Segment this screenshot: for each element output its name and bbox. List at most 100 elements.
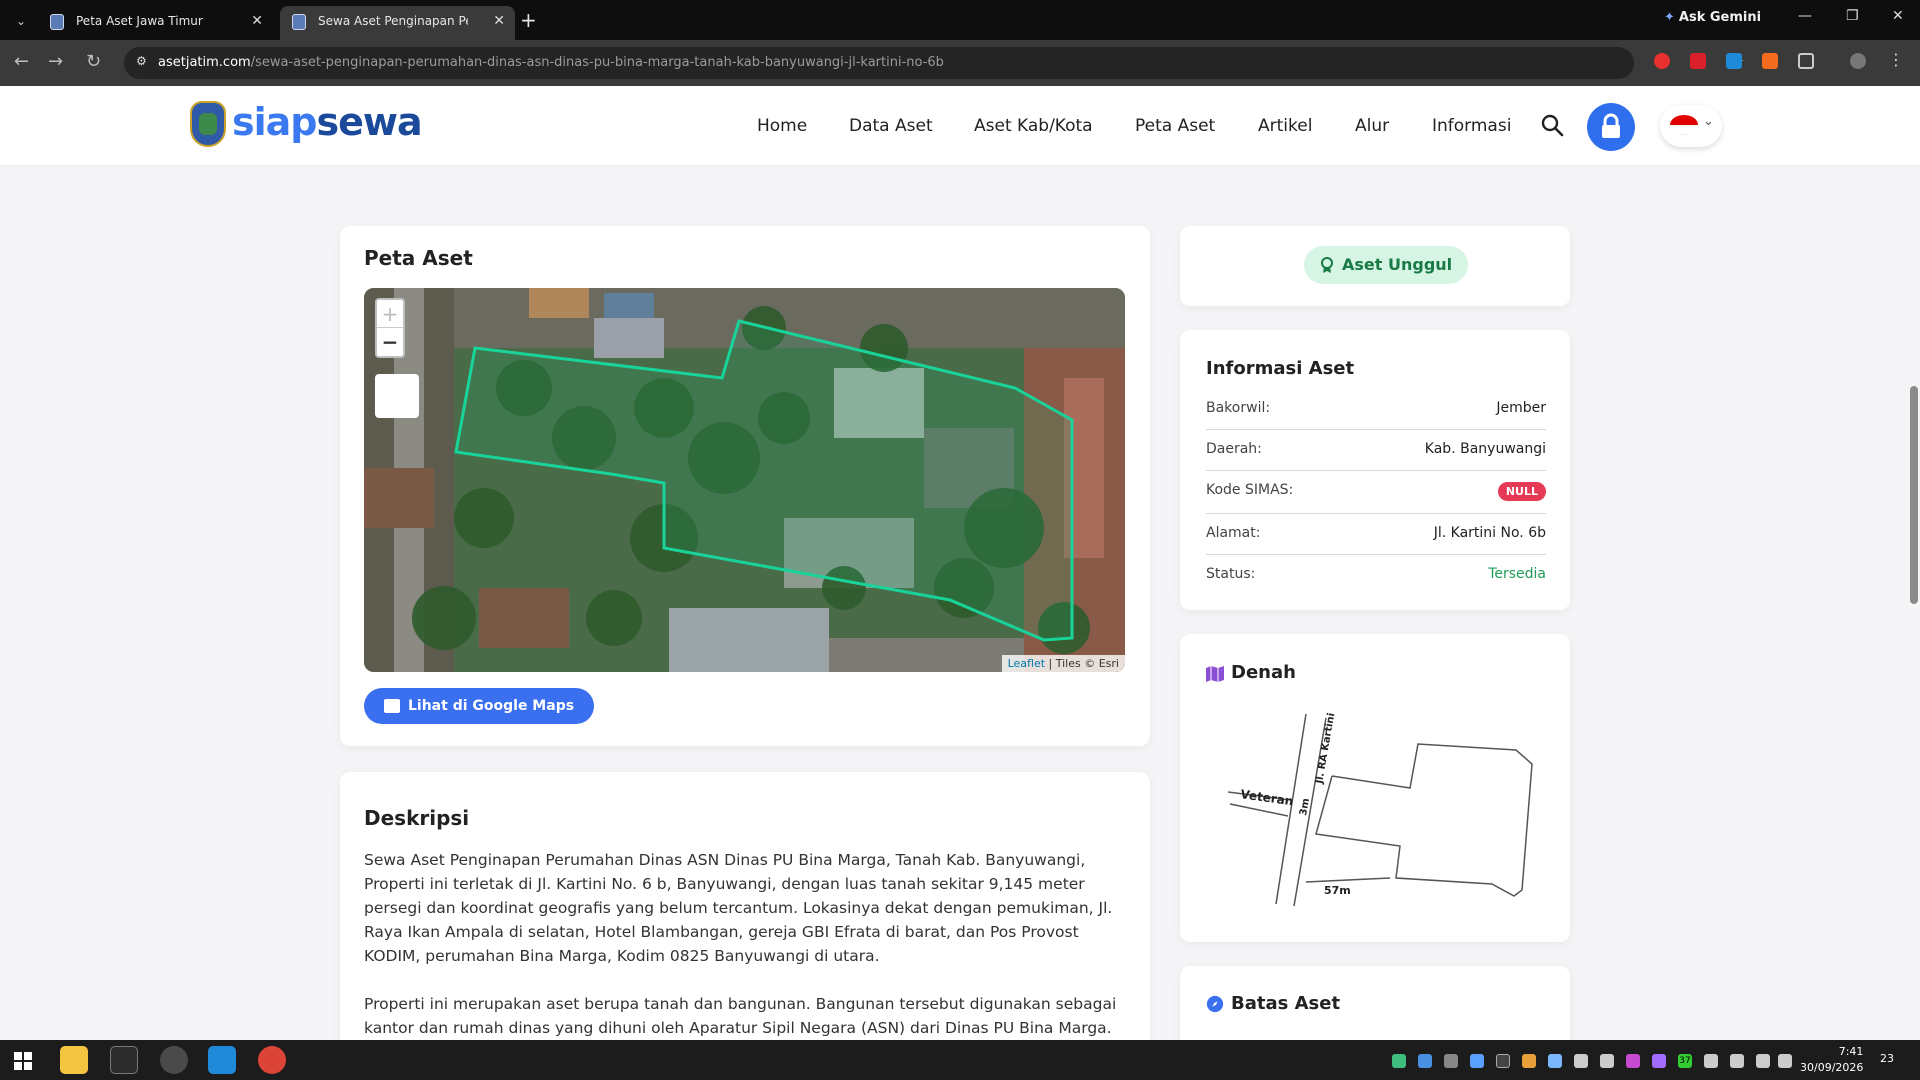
- google-maps-button[interactable]: Lihat di Google Maps: [364, 688, 595, 724]
- volume-icon[interactable]: [1756, 1054, 1770, 1068]
- tray-temp-badge[interactable]: 37: [1678, 1054, 1692, 1068]
- tray-app-icon[interactable]: [1496, 1054, 1510, 1068]
- map-pin-icon: [384, 699, 400, 713]
- site-header: siapsewa Home Data Aset Aset Kab/Kota Pe…: [0, 86, 1920, 166]
- vscode-icon[interactable]: [208, 1046, 236, 1074]
- tab-peta-aset[interactable]: Peta Aset Jawa Timur ✕: [38, 6, 273, 40]
- search-icon[interactable]: [1540, 113, 1564, 137]
- window-close-button[interactable]: ✕: [1892, 8, 1904, 24]
- info-row-alamat: Alamat: Jl. Kartini No. 6b: [1206, 515, 1546, 555]
- nav-peta-aset[interactable]: Peta Aset: [1135, 116, 1215, 136]
- chrome-profile-icon[interactable]: [258, 1046, 286, 1074]
- denah-title: Denah: [1231, 662, 1296, 683]
- windows-start-icon[interactable]: [14, 1052, 32, 1070]
- lock-icon: [1602, 113, 1620, 138]
- map-attribution: Leaflet | Tiles © Esri: [1001, 655, 1125, 672]
- leaflet-link[interactable]: Leaflet: [1008, 657, 1045, 670]
- kartini-street-label: Jl. RA Kartini: [1314, 712, 1337, 785]
- page-scrollbar[interactable]: [1910, 386, 1918, 604]
- tab-sewa-aset[interactable]: Sewa Aset Penginapan Perumah ✕: [280, 6, 515, 40]
- site-favicon-icon: [50, 14, 64, 30]
- tray-app-icon[interactable]: [1444, 1054, 1458, 1068]
- satellite-imagery: [364, 288, 1125, 672]
- notification-count-badge[interactable]: 23: [1880, 1052, 1894, 1065]
- info-row-kode-simas: Kode SIMAS: NULL: [1206, 472, 1546, 514]
- info-row-bakorwil: Bakorwil: Jember: [1206, 390, 1546, 430]
- site-plan-sketch: Veteran Jl. RA Kartini 3m 57m: [1227, 712, 1533, 907]
- reload-icon[interactable]: ↻: [86, 51, 101, 72]
- extension-icon[interactable]: [1654, 53, 1670, 69]
- map-layer-control[interactable]: [375, 374, 419, 418]
- browser-menu-icon[interactable]: ⋮: [1888, 50, 1904, 69]
- nav-informasi[interactable]: Informasi: [1432, 116, 1511, 136]
- tray-app-icon[interactable]: [1600, 1054, 1614, 1068]
- tray-app-icon[interactable]: [1392, 1054, 1406, 1068]
- nav-home[interactable]: Home: [757, 116, 807, 136]
- chevron-down-icon: ⌄: [1703, 114, 1714, 129]
- tray-app-icon[interactable]: [1522, 1054, 1536, 1068]
- description-title: Deskripsi: [364, 806, 470, 830]
- url-domain: asetjatim.com: [158, 55, 251, 70]
- zoom-in-button[interactable]: +: [377, 300, 403, 328]
- tab-title: Sewa Aset Penginapan Perumah: [318, 14, 468, 28]
- extension-icon[interactable]: [1690, 53, 1706, 69]
- clock-date: 30/09/2026: [1800, 1061, 1864, 1074]
- url-bar[interactable]: ⚙ asetjatim.com/sewa-aset-penginapan-per…: [124, 47, 1744, 79]
- site-info-icon[interactable]: ⚙: [136, 54, 154, 72]
- profile-avatar[interactable]: [1850, 53, 1866, 69]
- satellite-map[interactable]: + − Leaflet | Tiles © Esri: [364, 288, 1125, 672]
- site-favicon-icon: [292, 14, 306, 30]
- windows-taskbar: 37 7:41 30/09/2026 23: [0, 1040, 1920, 1080]
- tray-app-icon[interactable]: [1652, 1054, 1666, 1068]
- map-zoom-control: + −: [375, 298, 405, 358]
- system-clock[interactable]: 7:41 30/09/2026: [1800, 1044, 1863, 1076]
- tray-app-icon[interactable]: [1548, 1054, 1562, 1068]
- null-badge: NULL: [1497, 482, 1546, 501]
- file-explorer-icon[interactable]: [60, 1046, 88, 1074]
- browser-tab-bar: ⌄ Peta Aset Jawa Timur ✕ Sewa Aset Pengi…: [0, 0, 1920, 40]
- nav-data-aset[interactable]: Data Aset: [849, 116, 933, 136]
- map-icon: [1206, 666, 1224, 682]
- aset-unggul-badge: Aset Unggul: [1304, 246, 1469, 284]
- battery-icon[interactable]: [1730, 1054, 1744, 1068]
- extension-icon[interactable]: [1762, 53, 1778, 69]
- extension-icon[interactable]: [1726, 53, 1742, 69]
- tab-title: Peta Aset Jawa Timur: [76, 14, 203, 28]
- url-path: /sewa-aset-penginapan-perumahan-dinas-as…: [250, 55, 944, 70]
- nav-aset-kab-kota[interactable]: Aset Kab/Kota: [974, 116, 1093, 136]
- ask-gemini-button[interactable]: ✦ Ask Gemini: [1664, 10, 1761, 25]
- siapsewa-logo[interactable]: siapsewa: [232, 100, 423, 144]
- url-text[interactable]: asetjatim.com/sewa-aset-penginapan-perum…: [158, 55, 944, 70]
- display-icon[interactable]: [1778, 1054, 1792, 1068]
- chrome-icon[interactable]: [160, 1046, 188, 1074]
- back-icon[interactable]: ←: [14, 51, 29, 72]
- award-icon: [1321, 257, 1333, 273]
- language-selector[interactable]: ⌄: [1660, 105, 1722, 147]
- restore-button[interactable]: ❐: [1846, 8, 1859, 24]
- nav-alur[interactable]: Alur: [1355, 116, 1389, 136]
- terminal-icon[interactable]: [110, 1046, 138, 1074]
- status-badge: Tersedia: [1488, 566, 1546, 582]
- tray-app-icon[interactable]: [1626, 1054, 1640, 1068]
- tray-app-icon[interactable]: [1574, 1054, 1588, 1068]
- new-tab-button[interactable]: +: [520, 8, 537, 32]
- address-toolbar: ← → ↻ ⚙ asetjatim.com/sewa-aset-penginap…: [0, 40, 1920, 86]
- tray-app-icon[interactable]: [1418, 1054, 1432, 1068]
- close-tab-icon[interactable]: ✕: [251, 6, 263, 36]
- tray-app-icon[interactable]: [1470, 1054, 1484, 1068]
- minimize-button[interactable]: —: [1798, 8, 1812, 24]
- nav-artikel[interactable]: Artikel: [1258, 116, 1312, 136]
- zoom-out-button[interactable]: −: [377, 328, 403, 356]
- gemini-spark-icon: ✦: [1664, 10, 1675, 25]
- description-paragraph: Sewa Aset Penginapan Perumahan Dinas ASN…: [364, 851, 1113, 965]
- info-aset-title: Informasi Aset: [1206, 358, 1355, 379]
- close-tab-icon[interactable]: ✕: [493, 6, 505, 36]
- network-icon[interactable]: [1704, 1054, 1718, 1068]
- forward-icon[interactable]: →: [48, 51, 63, 72]
- info-row-status: Status: Tersedia: [1206, 566, 1546, 582]
- extensions-puzzle-icon[interactable]: [1798, 53, 1814, 69]
- login-lock-button[interactable]: [1587, 103, 1635, 151]
- tab-search-icon[interactable]: ⌄: [10, 10, 32, 32]
- east-java-crest-logo[interactable]: [190, 101, 226, 147]
- plot-length-label: 57m: [1324, 884, 1351, 897]
